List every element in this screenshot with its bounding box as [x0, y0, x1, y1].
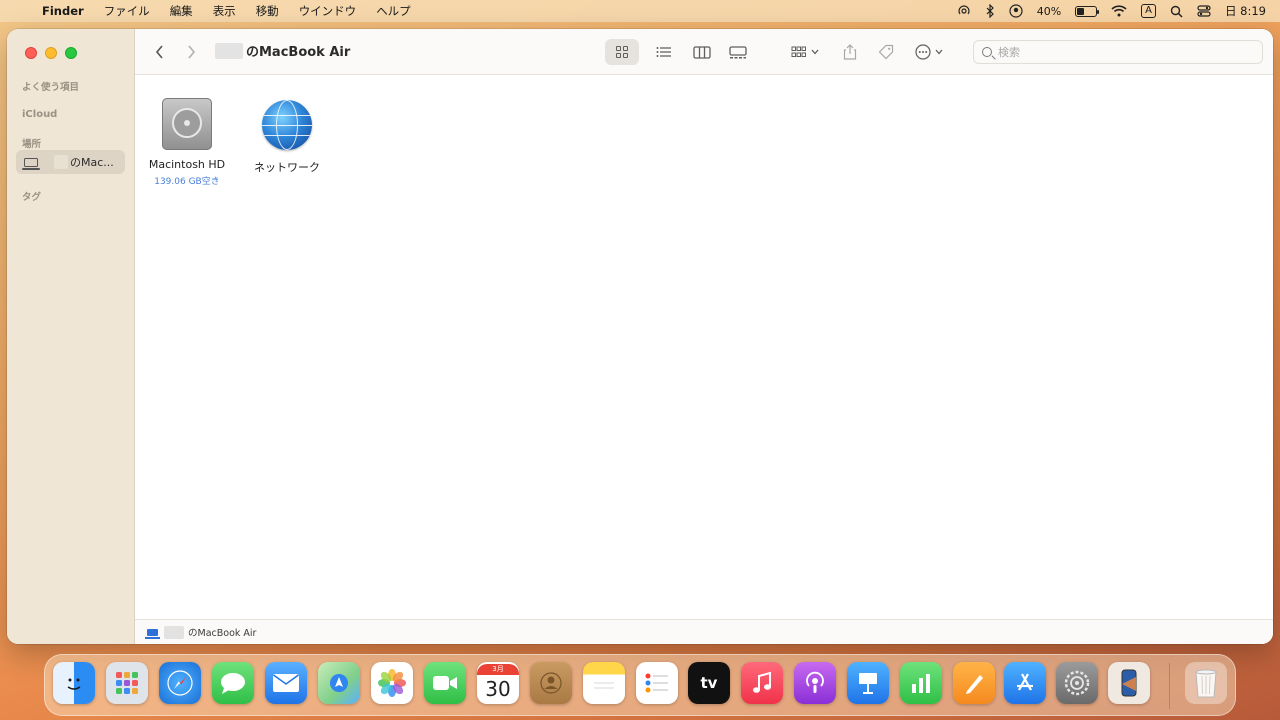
chevron-down-icon: [935, 49, 943, 55]
action-menu-button[interactable]: [911, 39, 947, 65]
menubar-clock[interactable]: 日 8:19: [1225, 3, 1266, 19]
item-label: Macintosh HD: [148, 158, 226, 171]
dock-app-store-icon[interactable]: [1004, 662, 1046, 704]
menu-file[interactable]: ファイル: [94, 3, 160, 19]
dock-mail-icon[interactable]: [265, 662, 307, 704]
redacted-name: [54, 155, 68, 169]
item-label: ネットワーク: [254, 161, 320, 174]
menu-bar: Finder ファイル 編集 表示 移動 ウインドウ ヘルプ 40% A 日 8…: [0, 0, 1280, 22]
columns-icon: [693, 45, 711, 59]
redacted-name: [215, 42, 243, 59]
dock-separator: [1169, 663, 1170, 709]
forward-button[interactable]: [181, 39, 201, 65]
tag-icon: [878, 44, 894, 60]
dock-messages-icon[interactable]: [212, 662, 254, 704]
tag-button[interactable]: [873, 39, 899, 65]
share-icon: [843, 44, 857, 60]
battery-fill: [1077, 7, 1085, 15]
apple-tv-label: tv: [700, 674, 718, 692]
network-item[interactable]: ネットワーク: [237, 100, 337, 175]
icon-view-button[interactable]: [605, 39, 639, 65]
dock-keynote-icon[interactable]: [847, 662, 889, 704]
chevron-down-icon: [811, 49, 819, 55]
sidebar-header-icloud[interactable]: iCloud: [22, 109, 57, 120]
menu-view[interactable]: 表示: [203, 3, 246, 19]
sidebar-header-locations[interactable]: 場所: [22, 136, 41, 150]
sidebar-header-tags[interactable]: タグ: [22, 189, 41, 203]
search-field[interactable]: 検索: [973, 40, 1263, 64]
dock-podcasts-icon[interactable]: [794, 662, 836, 704]
dock: 3月 30 tv: [44, 654, 1236, 716]
sidebar: よく使う項目 iCloud 場所 のMac... タグ: [7, 29, 135, 644]
dock-launchpad-icon[interactable]: [106, 662, 148, 704]
volume-macintosh-hd[interactable]: Macintosh HD 139.06 GB空き: [137, 98, 237, 187]
search-placeholder: 検索: [998, 46, 1020, 59]
dock-maps-icon[interactable]: [318, 662, 360, 704]
battery-percent: 40%: [1036, 4, 1062, 18]
laptop-icon: [22, 157, 40, 170]
dock-photos-icon[interactable]: [371, 662, 413, 704]
laptop-icon: [145, 628, 160, 639]
group-grid-icon: [791, 46, 806, 57]
gallery-view-button[interactable]: [721, 39, 755, 65]
spotlight-search-icon[interactable]: [1170, 5, 1183, 18]
dock-apple-tv-icon[interactable]: tv: [688, 662, 730, 704]
dock-safari-icon[interactable]: [159, 662, 201, 704]
calendar-day: 30: [485, 676, 511, 701]
minimize-window-button[interactable]: [45, 47, 57, 59]
dock-pages-icon[interactable]: [953, 662, 995, 704]
network-globe-icon: [262, 100, 312, 150]
redacted-name: [164, 625, 184, 639]
dock-notes-icon[interactable]: [583, 662, 625, 704]
share-button[interactable]: [837, 39, 863, 65]
window-title: のMacBook Air: [215, 41, 350, 60]
finder-window: よく使う項目 iCloud 場所 のMac... タグ のMacBook Air: [7, 29, 1273, 644]
dock-system-preferences-icon[interactable]: [1056, 662, 1098, 704]
path-bar-item[interactable]: のMacBook Air: [188, 625, 256, 639]
sidebar-item-label: のMac...: [70, 156, 114, 169]
dock-reminders-icon[interactable]: [636, 662, 678, 704]
grid-icon: [616, 46, 628, 58]
dock-trash-icon[interactable]: [1185, 662, 1227, 704]
dock-calendar-icon[interactable]: 3月 30: [477, 662, 519, 704]
search-icon: [982, 47, 992, 57]
input-source-indicator[interactable]: A: [1141, 4, 1157, 18]
sidebar-header-favorites[interactable]: よく使う項目: [22, 79, 79, 93]
dock-iphone-mirroring-icon[interactable]: [1108, 662, 1150, 704]
dock-finder-icon[interactable]: [53, 662, 95, 704]
path-bar: のMacBook Air: [135, 619, 1273, 644]
back-button[interactable]: [149, 39, 169, 65]
menu-go[interactable]: 移動: [246, 3, 289, 19]
dock-facetime-icon[interactable]: [424, 662, 466, 704]
close-window-button[interactable]: [25, 47, 37, 59]
menu-edit[interactable]: 編集: [160, 3, 203, 19]
chevron-right-icon: [187, 45, 195, 59]
list-view-button[interactable]: [647, 39, 681, 65]
menu-window[interactable]: ウインドウ: [289, 3, 367, 19]
user-account-icon[interactable]: [1009, 4, 1023, 18]
control-center-icon[interactable]: [1197, 5, 1211, 17]
bluetooth-icon[interactable]: [985, 4, 995, 18]
battery-icon[interactable]: [1075, 5, 1100, 17]
zoom-window-button[interactable]: [65, 47, 77, 59]
hard-drive-icon: [162, 98, 212, 150]
menu-help[interactable]: ヘルプ: [366, 3, 421, 19]
gallery-icon: [729, 45, 747, 58]
menu-app-finder[interactable]: Finder: [38, 4, 94, 18]
wifi-icon[interactable]: [1111, 5, 1127, 17]
column-view-button[interactable]: [685, 39, 719, 65]
group-by-button[interactable]: [787, 39, 823, 65]
chevron-left-icon: [155, 45, 163, 59]
window-title-text: のMacBook Air: [246, 45, 351, 60]
dock-contacts-icon[interactable]: [530, 662, 572, 704]
airdrop-icon[interactable]: [957, 4, 971, 18]
toolbar: のMacBook Air 検索: [135, 29, 1273, 75]
list-icon: [656, 47, 671, 57]
calendar-month: 3月: [477, 663, 519, 675]
dock-music-icon[interactable]: [741, 662, 783, 704]
sidebar-item-macbook[interactable]: のMac...: [16, 150, 125, 174]
dock-numbers-icon[interactable]: [900, 662, 942, 704]
ellipsis-circle-icon: [915, 44, 931, 60]
item-sublabel: 139.06 GB空き: [154, 177, 220, 187]
